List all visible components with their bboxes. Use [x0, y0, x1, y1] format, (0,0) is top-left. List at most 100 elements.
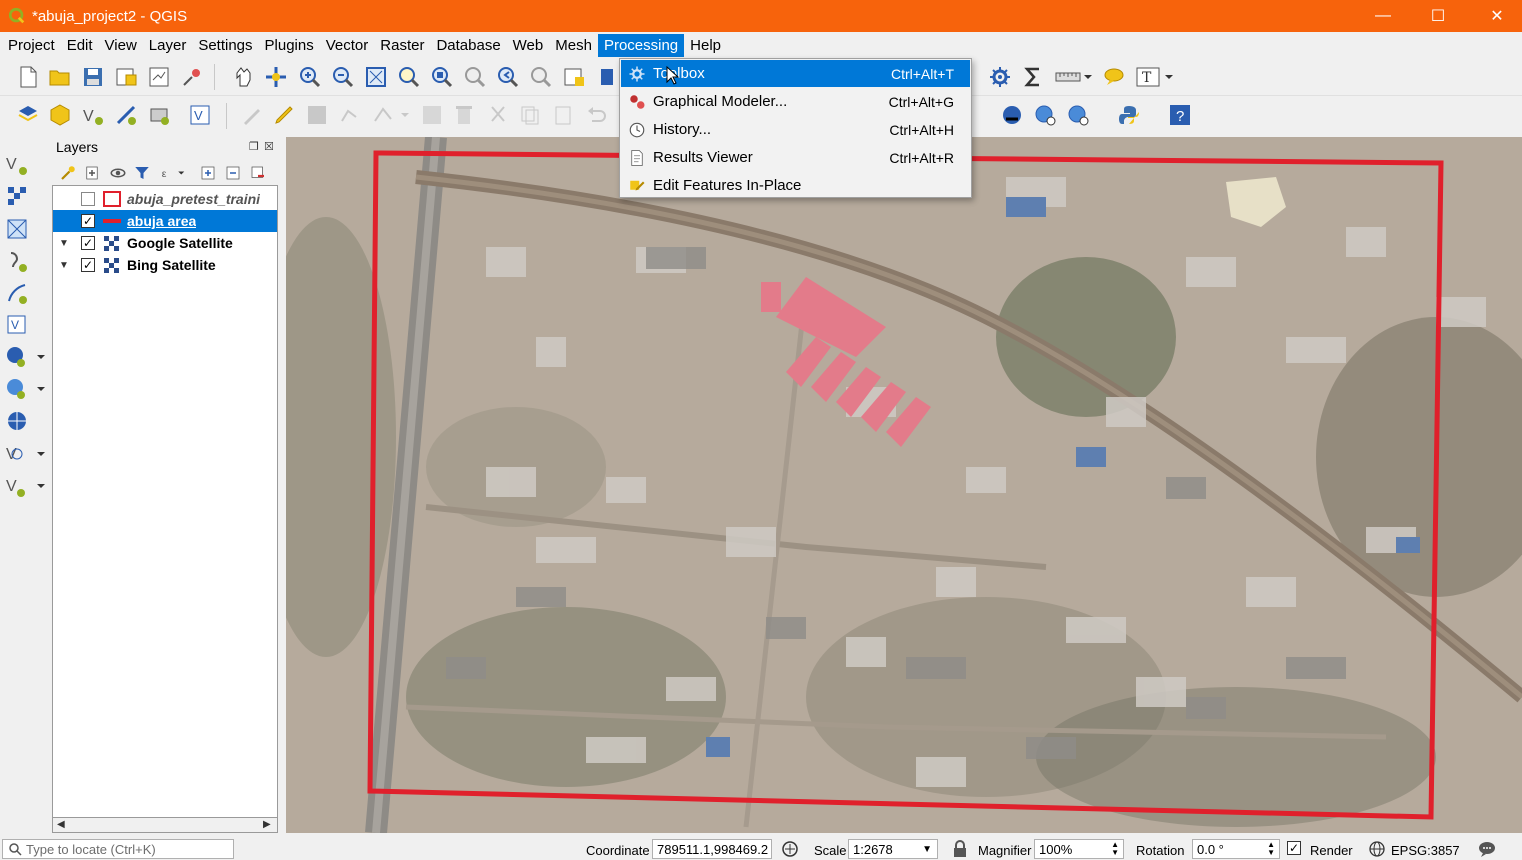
maximize-button[interactable]: ☐ — [1415, 0, 1461, 32]
menu-layer[interactable]: Layer — [143, 34, 193, 57]
data-source-manager-icon[interactable] — [14, 101, 42, 129]
menu-database[interactable]: Database — [430, 34, 506, 57]
new-print-layout-icon[interactable] — [112, 63, 140, 91]
open-layer-styling-icon[interactable] — [56, 161, 80, 185]
spin-arrows-icon[interactable]: ▲ ▼ — [1267, 841, 1275, 857]
layer-visibility-checkbox[interactable]: ✓ — [81, 236, 95, 250]
menu-vector[interactable]: Vector — [320, 34, 375, 57]
new-map-view-icon[interactable] — [560, 63, 588, 91]
layer-visibility-checkbox[interactable]: ✓ — [81, 214, 95, 228]
new-spatialite-icon[interactable] — [112, 101, 140, 129]
scroll-right-icon[interactable]: ▶ — [263, 819, 271, 830]
layer-visibility-checkbox[interactable]: ✓ — [81, 258, 95, 272]
close-button[interactable]: ✕ — [1474, 0, 1520, 32]
processing-toolbox-icon[interactable] — [986, 63, 1014, 91]
menu-results-viewer[interactable]: Results Viewer Ctrl+Alt+R — [621, 144, 970, 171]
pan-to-selection-icon[interactable] — [262, 63, 290, 91]
messages-icon[interactable] — [1478, 840, 1496, 858]
globe-crs-icon[interactable] — [1368, 840, 1386, 858]
style-manager-icon[interactable] — [178, 63, 206, 91]
expand-all-icon[interactable] — [196, 161, 220, 185]
new-temporary-layer-icon[interactable] — [145, 101, 173, 129]
zoom-full-icon[interactable] — [362, 63, 390, 91]
menu-mesh[interactable]: Mesh — [549, 34, 598, 57]
menu-graphical-modeler[interactable]: Graphical Modeler... Ctrl+Alt+G — [621, 88, 970, 115]
save-edits-icon[interactable] — [303, 101, 331, 129]
add-group-icon[interactable] — [80, 161, 104, 185]
menu-history[interactable]: History... Ctrl+Alt+H — [621, 116, 970, 143]
menu-settings[interactable]: Settings — [192, 34, 258, 57]
copy-features-icon[interactable] — [516, 101, 544, 129]
menu-project[interactable]: Project — [2, 34, 61, 57]
remove-layer-icon[interactable] — [246, 161, 270, 185]
save-project-icon[interactable] — [79, 63, 107, 91]
map-tips-icon[interactable] — [1100, 63, 1128, 91]
rotation-spinbox[interactable]: 0.0 ° ▲ ▼ — [1192, 839, 1280, 859]
layer-tree-hscrollbar[interactable]: ◀ ▶ — [52, 817, 278, 833]
add-mesh-layer-icon[interactable] — [3, 215, 31, 243]
zoom-next-icon[interactable] — [527, 63, 555, 91]
spin-arrows-icon[interactable]: ▲ ▼ — [1111, 841, 1119, 857]
layer-row-abuja-area[interactable]: ✓ abuja area — [53, 210, 277, 232]
filter-legend-icon[interactable] — [130, 161, 154, 185]
lock-scale-icon[interactable] — [951, 840, 969, 858]
statistics-sum-icon[interactable] — [1019, 63, 1047, 91]
expand-arrow-icon[interactable]: ▼ — [59, 238, 73, 249]
menu-edit[interactable]: Edit — [61, 34, 99, 57]
magnifier-spinbox[interactable]: 100% ▲ ▼ — [1034, 839, 1124, 859]
menu-view[interactable]: View — [99, 34, 143, 57]
new-geopackage-icon[interactable] — [46, 101, 74, 129]
current-edits-icon[interactable] — [238, 101, 266, 129]
add-raster-layer-icon[interactable] — [3, 182, 31, 210]
close-panel-icon[interactable]: ☒ — [264, 140, 274, 153]
new-project-icon[interactable] — [14, 63, 42, 91]
zoom-to-layer-icon[interactable] — [428, 63, 456, 91]
zoom-in-icon[interactable] — [296, 63, 324, 91]
add-postgis-layer-icon[interactable]: V — [3, 472, 47, 500]
expand-arrow-icon[interactable]: ▼ — [59, 260, 73, 271]
delete-selected-icon[interactable] — [450, 101, 478, 129]
layout-manager-icon[interactable] — [145, 63, 173, 91]
help-contents-icon[interactable]: ? — [1166, 101, 1194, 129]
modify-attributes-icon[interactable] — [418, 101, 446, 129]
float-panel-icon[interactable]: ❐ — [249, 140, 259, 153]
manage-map-themes-icon[interactable] — [106, 161, 130, 185]
zoom-native-icon[interactable] — [461, 63, 489, 91]
undo-icon[interactable] — [582, 101, 610, 129]
add-feature-icon[interactable] — [336, 101, 364, 129]
vertex-tool-icon[interactable] — [369, 101, 413, 129]
cut-features-icon[interactable] — [484, 101, 512, 129]
menu-edit-features-in-place[interactable]: Edit Features In-Place — [621, 172, 970, 199]
measure-line-icon[interactable] — [1052, 63, 1096, 91]
menu-raster[interactable]: Raster — [374, 34, 430, 57]
open-project-icon[interactable] — [46, 63, 74, 91]
map-canvas[interactable] — [286, 137, 1522, 833]
collapse-all-icon[interactable] — [221, 161, 245, 185]
menu-web[interactable]: Web — [507, 34, 550, 57]
pan-map-icon[interactable] — [230, 63, 258, 91]
layer-visibility-checkbox[interactable] — [81, 192, 95, 206]
menu-help[interactable]: Help — [684, 34, 727, 57]
coordinate-field[interactable]: 789511.1,998469.2 — [652, 839, 772, 859]
crs-value[interactable]: EPSG:3857 — [1391, 843, 1460, 858]
scale-combobox[interactable]: 1:2678 ▼ — [848, 839, 938, 859]
menu-processing[interactable]: Processing — [597, 33, 685, 57]
zoom-to-selection-icon[interactable] — [395, 63, 423, 91]
new-virtual-layer-icon[interactable]: V — [186, 101, 214, 129]
zoom-last-icon[interactable] — [494, 63, 522, 91]
layer-row-pretest[interactable]: abuja_pretest_traini — [53, 188, 277, 210]
new-bookmark-icon[interactable] — [593, 63, 621, 91]
add-wcs-layer-icon[interactable] — [3, 407, 31, 435]
zoom-out-icon[interactable] — [329, 63, 357, 91]
layer-row-google-satellite[interactable]: ▼ ✓ Google Satellite — [53, 232, 277, 254]
mouse-coordinate-toggle-icon[interactable] — [781, 840, 799, 858]
menu-plugins[interactable]: Plugins — [259, 34, 320, 57]
filter-by-expression-icon[interactable]: ε — [156, 161, 190, 185]
add-delimited-text-icon[interactable] — [3, 247, 31, 275]
add-wfs-layer-icon[interactable] — [3, 375, 47, 403]
layer-row-bing-satellite[interactable]: ▼ ✓ Bing Satellite — [53, 254, 277, 276]
add-spatialite-layer-icon[interactable] — [3, 279, 31, 307]
toggle-editing-icon[interactable] — [270, 101, 298, 129]
scroll-left-icon[interactable]: ◀ — [57, 819, 65, 830]
web-map-search-icon[interactable] — [1031, 101, 1059, 129]
